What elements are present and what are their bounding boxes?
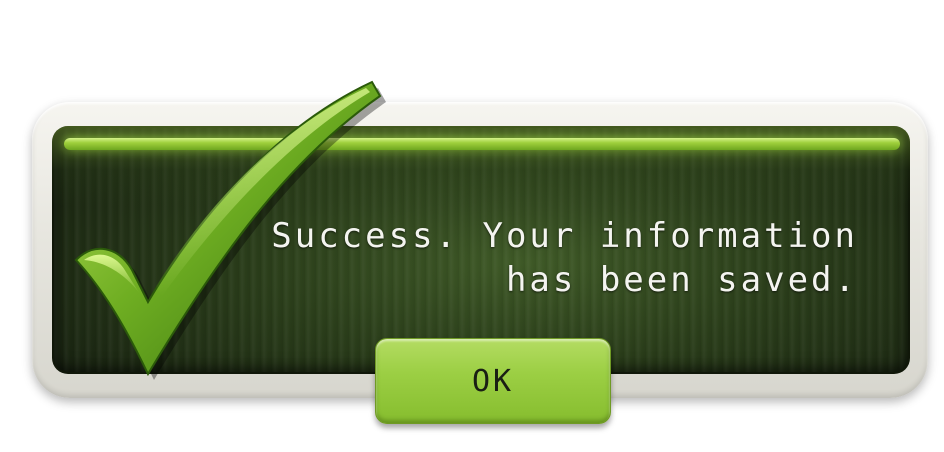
- checkmark-icon: [74, 80, 386, 380]
- ok-button[interactable]: OK: [375, 338, 611, 424]
- ok-button-label: OK: [471, 363, 515, 399]
- success-dialog: Success. Your information has been saved…: [0, 0, 944, 452]
